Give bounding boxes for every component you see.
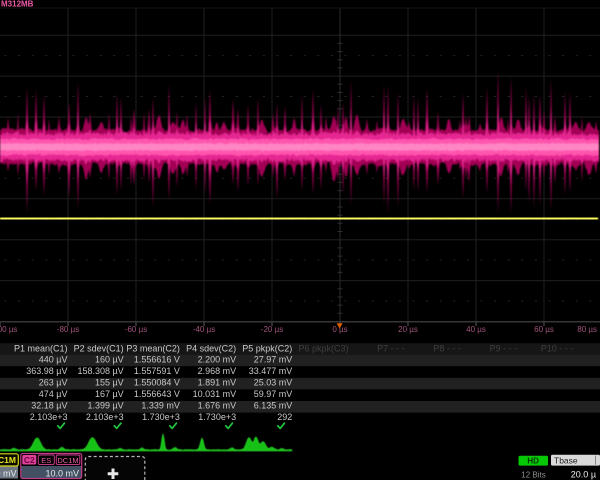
svg-text:-100 µs: -100 µs [0, 325, 17, 334]
svg-text:2.200 mV: 2.200 mV [198, 355, 237, 365]
svg-text:-20 µs: -20 µs [261, 325, 283, 334]
svg-text:1.557591 V: 1.557591 V [134, 366, 180, 376]
svg-text:P6 pkpk(C3): P6 pkpk(C3) [298, 344, 348, 354]
svg-text:C1M: C1M [0, 455, 16, 465]
svg-text:440 µV: 440 µV [39, 355, 68, 365]
svg-text:HD: HD [527, 457, 539, 466]
svg-text:160 µV: 160 µV [95, 355, 124, 365]
svg-text:1.730e+3: 1.730e+3 [142, 412, 180, 422]
svg-text:1.891 mV: 1.891 mV [198, 378, 237, 388]
svg-text:P2 sdev(C1): P2 sdev(C1) [74, 344, 124, 354]
svg-text:P5 pkpk(C2): P5 pkpk(C2) [242, 344, 292, 354]
svg-text:Tbase: Tbase [554, 455, 578, 465]
svg-text:P9 - - -: P9 - - - [490, 344, 518, 354]
svg-text:80 µs: 80 µs [577, 325, 597, 334]
svg-text:1.399 µV: 1.399 µV [87, 400, 123, 410]
svg-text:-40 µs: -40 µs [193, 325, 215, 334]
svg-text:12 Bits: 12 Bits [521, 471, 545, 480]
svg-text:1.676 mV: 1.676 mV [198, 400, 237, 410]
svg-text:25.03 mV: 25.03 mV [254, 378, 293, 388]
svg-text:1.556643 V: 1.556643 V [134, 389, 180, 399]
svg-text:2.103e+3: 2.103e+3 [86, 412, 124, 422]
svg-text:167 µV: 167 µV [95, 389, 124, 399]
svg-text:P3 mean(C2): P3 mean(C2) [126, 344, 180, 354]
svg-text:1.550084 V: 1.550084 V [134, 378, 180, 388]
svg-text:474 µV: 474 µV [39, 389, 68, 399]
svg-text:0 mV: 0 mV [0, 469, 17, 479]
svg-text:2.103e+3: 2.103e+3 [30, 412, 68, 422]
svg-text:10.031 mV: 10.031 mV [193, 389, 237, 399]
svg-text:33.477 mV: 33.477 mV [249, 366, 293, 376]
svg-text:-80 µs: -80 µs [57, 325, 79, 334]
svg-text:6.135 mV: 6.135 mV [254, 400, 293, 410]
svg-text:2.968 mV: 2.968 mV [198, 366, 237, 376]
svg-text:P1 mean(C1): P1 mean(C1) [14, 344, 68, 354]
svg-text:32.18 µV: 32.18 µV [31, 400, 67, 410]
svg-text:P8 - - -: P8 - - - [433, 344, 461, 354]
svg-text:40 µs: 40 µs [466, 325, 486, 334]
svg-text:1.556616 V: 1.556616 V [134, 355, 180, 365]
svg-text:ES: ES [41, 456, 51, 465]
svg-text:10.0 mV: 10.0 mV [45, 469, 79, 479]
svg-text:263 µV: 263 µV [39, 378, 68, 388]
svg-text:1.339 mV: 1.339 mV [141, 400, 180, 410]
svg-text:P10 - - -: P10 - - - [541, 344, 574, 354]
svg-text:1.730e+3: 1.730e+3 [198, 412, 236, 422]
svg-text:363.98 µV: 363.98 µV [26, 366, 67, 376]
svg-text:P7 - - -: P7 - - - [377, 344, 405, 354]
svg-text:27.97 mV: 27.97 mV [254, 355, 293, 365]
svg-text:DC1M: DC1M [57, 456, 78, 465]
svg-text:59.97 mV: 59.97 mV [254, 389, 293, 399]
svg-text:C2: C2 [24, 455, 35, 465]
svg-text:-60 µs: -60 µs [125, 325, 147, 334]
svg-text:155 µV: 155 µV [95, 378, 124, 388]
svg-text:60 µs: 60 µs [534, 325, 554, 334]
svg-text:292: 292 [277, 412, 292, 422]
svg-text:P4 sdev(C2): P4 sdev(C2) [186, 344, 236, 354]
svg-text:158.308 µV: 158.308 µV [77, 366, 123, 376]
svg-text:20.0 µ: 20.0 µ [571, 470, 596, 480]
svg-text:M312MB: M312MB [1, 0, 34, 9]
svg-text:20 µs: 20 µs [398, 325, 418, 334]
